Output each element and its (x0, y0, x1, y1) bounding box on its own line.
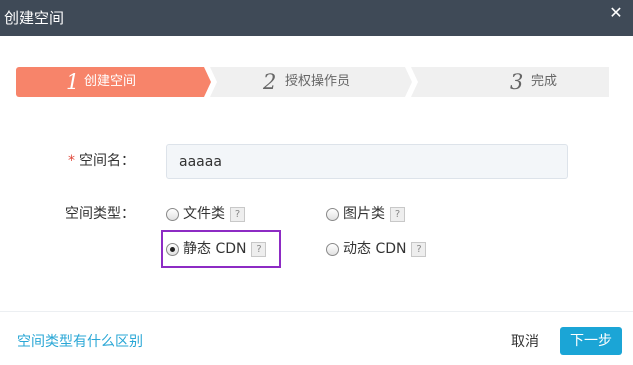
radio-static-cdn-label: 静态 CDN (183, 241, 247, 257)
radio-image-type-label: 图片类 (343, 206, 385, 222)
step-2-number: 2 (263, 70, 277, 94)
space-name-label: * 空间名： (68, 152, 135, 170)
radio-dynamic-cdn-label: 动态 CDN (343, 241, 407, 257)
help-icon[interactable]: ? (251, 241, 267, 257)
create-space-dialog: 创建空间 ✕ 1 创建空间 2 授权操作员 3 完成 *空间名： 空间类型： 文… (0, 0, 633, 365)
step-3: 3 完成 (411, 67, 609, 97)
radio-file-type-circle[interactable] (166, 207, 179, 221)
radio-file-type-label: 文件类 (183, 206, 225, 222)
step-1: 1 创建空间 (16, 67, 211, 97)
step-3-label: 完成 (531, 74, 558, 89)
footer-divider (0, 311, 633, 312)
space-name-label-text: 空间名： (79, 153, 135, 169)
help-icon[interactable]: ? (230, 206, 245, 222)
radio-static-cdn[interactable]: 静态 CDN ? (166, 239, 267, 259)
step-3-number: 3 (510, 70, 524, 94)
step-1-number: 1 (66, 70, 80, 94)
space-type-label: 空间类型： (65, 206, 135, 222)
step-1-label: 创建空间 (84, 74, 137, 89)
dialog-title: 创建空间 (4, 9, 65, 27)
step-progress: 1 创建空间 2 授权操作员 3 完成 (16, 67, 609, 97)
radio-file-type[interactable]: 文件类 ? (166, 204, 245, 224)
step-2-label: 授权操作员 (285, 74, 351, 89)
next-step-button[interactable]: 下一步 (560, 327, 622, 355)
radio-dynamic-cdn-circle[interactable] (326, 242, 339, 256)
radio-image-type[interactable]: 图片类 ? (326, 204, 405, 224)
cancel-button[interactable]: 取消 (511, 333, 539, 351)
radio-static-cdn-circle[interactable] (166, 242, 179, 256)
radio-image-type-circle[interactable] (326, 207, 339, 221)
close-icon[interactable]: ✕ (607, 4, 625, 22)
space-name-input[interactable] (166, 144, 568, 179)
help-icon[interactable]: ? (390, 206, 405, 222)
space-type-help-link[interactable]: 空间类型有什么区别 (17, 333, 143, 351)
radio-dynamic-cdn[interactable]: 动态 CDN ? (326, 239, 427, 259)
help-icon[interactable]: ? (411, 241, 427, 257)
dialog-titlebar: 创建空间 ✕ (0, 0, 633, 36)
step-2: 2 授权操作员 (210, 67, 412, 97)
required-mark: * (68, 153, 75, 169)
